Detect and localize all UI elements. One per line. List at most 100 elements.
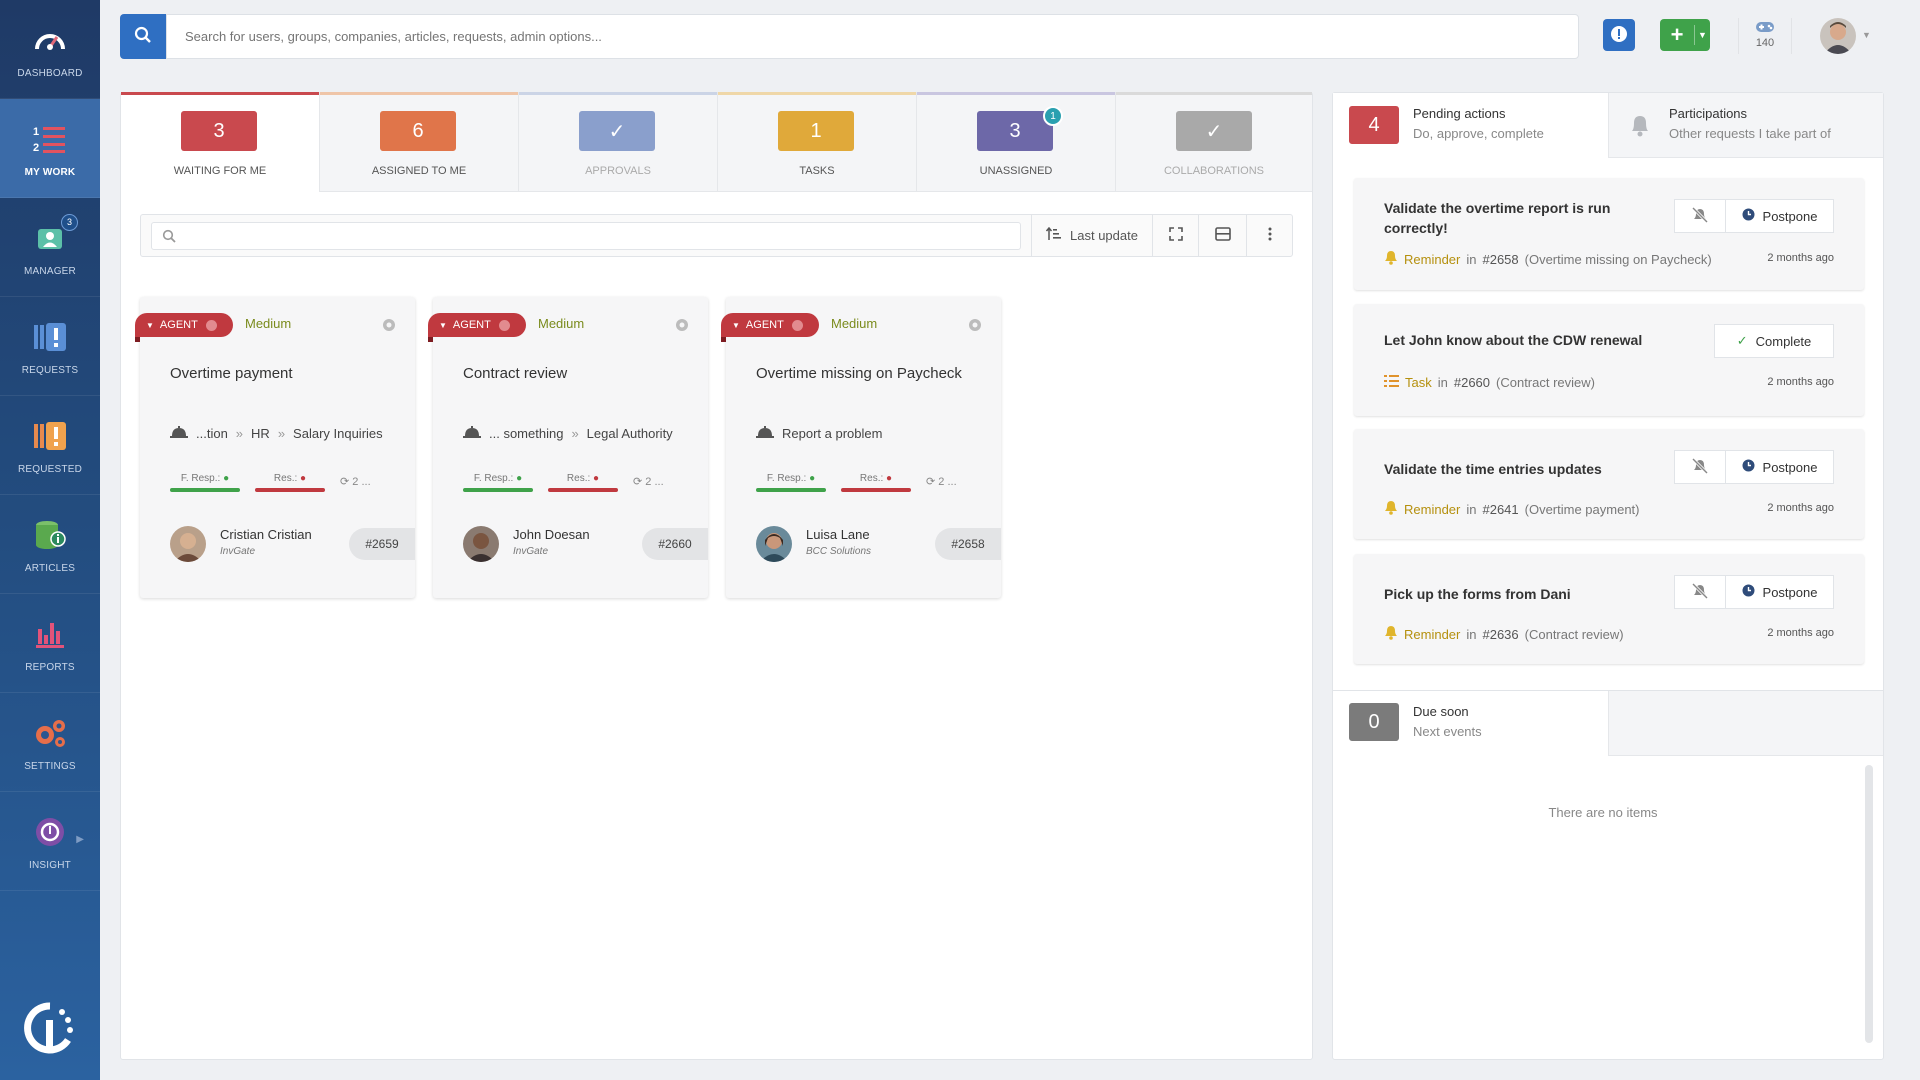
sla-label: F. Resp.:	[180, 473, 221, 484]
avatar	[463, 526, 499, 562]
action-meta: Reminder in #2636 (Contract review)	[1384, 625, 1624, 643]
tab-unassigned[interactable]: 3 1 UNASSIGNED	[917, 92, 1116, 192]
credits-counter[interactable]: 140	[1738, 18, 1792, 54]
sidebar-item-label: REPORTS	[25, 661, 75, 673]
sidebar-item-settings[interactable]: SETTINGS	[0, 693, 100, 792]
request-title[interactable]: Overtime missing on Paycheck	[756, 365, 962, 382]
sla-first-response: F. Resp.: ●	[756, 473, 826, 492]
sidebar-item-reports[interactable]: REPORTS	[0, 594, 100, 693]
postpone-button[interactable]: Postpone	[1726, 199, 1834, 233]
request-id-badge[interactable]: #2660	[642, 528, 708, 560]
bell-icon	[1629, 113, 1651, 140]
postpone-button[interactable]: Postpone	[1726, 450, 1834, 484]
sidebar-item-manager[interactable]: 3 MANAGER	[0, 198, 100, 297]
more-options-button[interactable]	[1246, 214, 1293, 257]
tab-approvals[interactable]: ✓ APPROVALS	[519, 92, 718, 192]
request-card[interactable]: ▼ AGENT Medium Overtime missing on Payche…	[721, 297, 1001, 598]
pending-action-item[interactable]: Pick up the forms from Dani Postpone Rem…	[1354, 554, 1864, 664]
request-ref-link[interactable]: #2636	[1482, 627, 1518, 642]
avatar	[756, 526, 792, 562]
sidebar-item-insight[interactable]: ▶ INSIGHT	[0, 792, 100, 891]
pending-action-item[interactable]: Validate the time entries updates Postpo…	[1354, 429, 1864, 539]
invgate-logo-icon	[24, 1000, 76, 1056]
chevron-down-icon: ▼	[1698, 30, 1707, 40]
tab-due-soon[interactable]: 0 Due soon Next events	[1333, 691, 1608, 756]
mute-reminder-button[interactable]	[1674, 575, 1726, 609]
agent-tag[interactable]: ▼ AGENT	[721, 313, 819, 342]
agent-tag[interactable]: ▼ AGENT	[135, 313, 233, 342]
action-meta: Task in #2660 (Contract review)	[1384, 374, 1595, 391]
filter-search-input[interactable]	[151, 222, 1021, 250]
search-button[interactable]	[120, 14, 166, 59]
request-ref-link[interactable]: #2641	[1482, 502, 1518, 517]
sort-button[interactable]: Last update	[1031, 214, 1152, 257]
action-title: Pick up the forms from Dani	[1384, 586, 1571, 602]
alerts-button[interactable]	[1603, 19, 1635, 51]
tab-assigned-to-me[interactable]: 6 ASSIGNED TO ME	[320, 92, 519, 192]
action-time: 2 months ago	[1767, 627, 1834, 639]
pending-action-item[interactable]: Validate the overtime report is run corr…	[1354, 178, 1864, 290]
search-icon	[134, 26, 152, 47]
add-new-button[interactable]: + ▼	[1660, 19, 1710, 51]
tab-tasks[interactable]: 1 TASKS	[718, 92, 917, 192]
request-ref-link[interactable]: #2658	[1482, 252, 1518, 267]
request-card[interactable]: ▼ AGENT Medium Contract review ... someth…	[428, 297, 708, 598]
tab-pending-actions[interactable]: 4 Pending actions Do, approve, complete	[1333, 93, 1608, 158]
requester-name[interactable]: Cristian Cristian	[220, 527, 312, 542]
global-search	[166, 14, 1579, 59]
mute-reminder-button[interactable]	[1674, 450, 1726, 484]
priority-label: Medium	[245, 316, 292, 331]
reminder-bell-icon	[1384, 250, 1398, 268]
tab-waiting-for-me[interactable]: 3 WAITING FOR ME	[121, 92, 320, 192]
gear-icon[interactable]	[967, 317, 983, 336]
sidebar-item-requests[interactable]: REQUESTS	[0, 297, 100, 396]
sidebar-item-label: MANAGER	[24, 265, 76, 277]
request-card[interactable]: ▼ AGENT Medium Overtime payment ...tion » …	[135, 297, 415, 598]
postpone-button[interactable]: Postpone	[1726, 575, 1834, 609]
global-search-input[interactable]	[185, 29, 1578, 44]
priority-label: Medium	[831, 316, 878, 331]
priority-label: Medium	[538, 316, 585, 331]
crumb-separator: »	[277, 426, 286, 441]
gear-icon[interactable]	[381, 317, 397, 336]
view-mode-button[interactable]	[1198, 214, 1246, 257]
sidebar-item-dashboard[interactable]: DASHBOARD	[0, 0, 100, 99]
sidebar-item-my-work[interactable]: 12 MY WORK	[0, 99, 100, 198]
user-menu-chevron-icon[interactable]: ▼	[1862, 30, 1871, 40]
manager-badge: 3	[61, 213, 78, 231]
x-circle-icon: ●	[593, 473, 600, 484]
gear-icon[interactable]	[674, 317, 690, 336]
scrollbar[interactable]	[1865, 765, 1873, 1043]
checkmark-icon: ✓	[608, 120, 626, 143]
sidebar-item-articles[interactable]: ARTICLES	[0, 495, 100, 594]
clock-icon	[498, 319, 510, 331]
category-breadcrumb: ...tion » HR » Salary Inquiries	[170, 425, 383, 442]
fullscreen-button[interactable]	[1152, 214, 1198, 257]
sidebar-item-label: SETTINGS	[24, 760, 76, 772]
complete-button[interactable]: ✓ Complete	[1714, 324, 1834, 358]
pending-action-item[interactable]: Let John know about the CDW renewal ✓ Com…	[1354, 304, 1864, 416]
request-id-badge[interactable]: #2659	[349, 528, 415, 560]
sidebar-item-requested[interactable]: REQUESTED	[0, 396, 100, 495]
category-breadcrumb: Report a problem	[756, 425, 882, 442]
tab-participations[interactable]: Participations Other requests I take par…	[1608, 93, 1883, 158]
request-title[interactable]: Overtime payment	[170, 365, 293, 382]
agent-tag[interactable]: ▼ AGENT	[428, 313, 526, 342]
alert-exclamation-icon	[1610, 25, 1628, 46]
agent-tag-label: AGENT	[159, 319, 198, 331]
tab-collaborations[interactable]: ✓ COLLABORATIONS	[1116, 92, 1312, 192]
requester-name[interactable]: Luisa Lane	[806, 527, 870, 542]
tab-count: 3	[181, 111, 257, 151]
clock-icon	[1742, 459, 1755, 475]
request-title[interactable]: Contract review	[463, 365, 567, 382]
request-id-badge[interactable]: #2658	[935, 528, 1001, 560]
update-count: ⟳ 2 ...	[926, 476, 957, 488]
chevron-right-icon[interactable]: ▶	[76, 834, 84, 845]
requester-name[interactable]: John Doesan	[513, 527, 590, 542]
user-avatar[interactable]	[1820, 18, 1856, 54]
agent-tag-label: AGENT	[745, 319, 784, 331]
request-ref-link[interactable]: #2660	[1454, 375, 1490, 390]
mute-reminder-button[interactable]	[1674, 199, 1726, 233]
sla-label: Res.:	[273, 473, 298, 484]
tab-count: ✓	[579, 111, 655, 151]
